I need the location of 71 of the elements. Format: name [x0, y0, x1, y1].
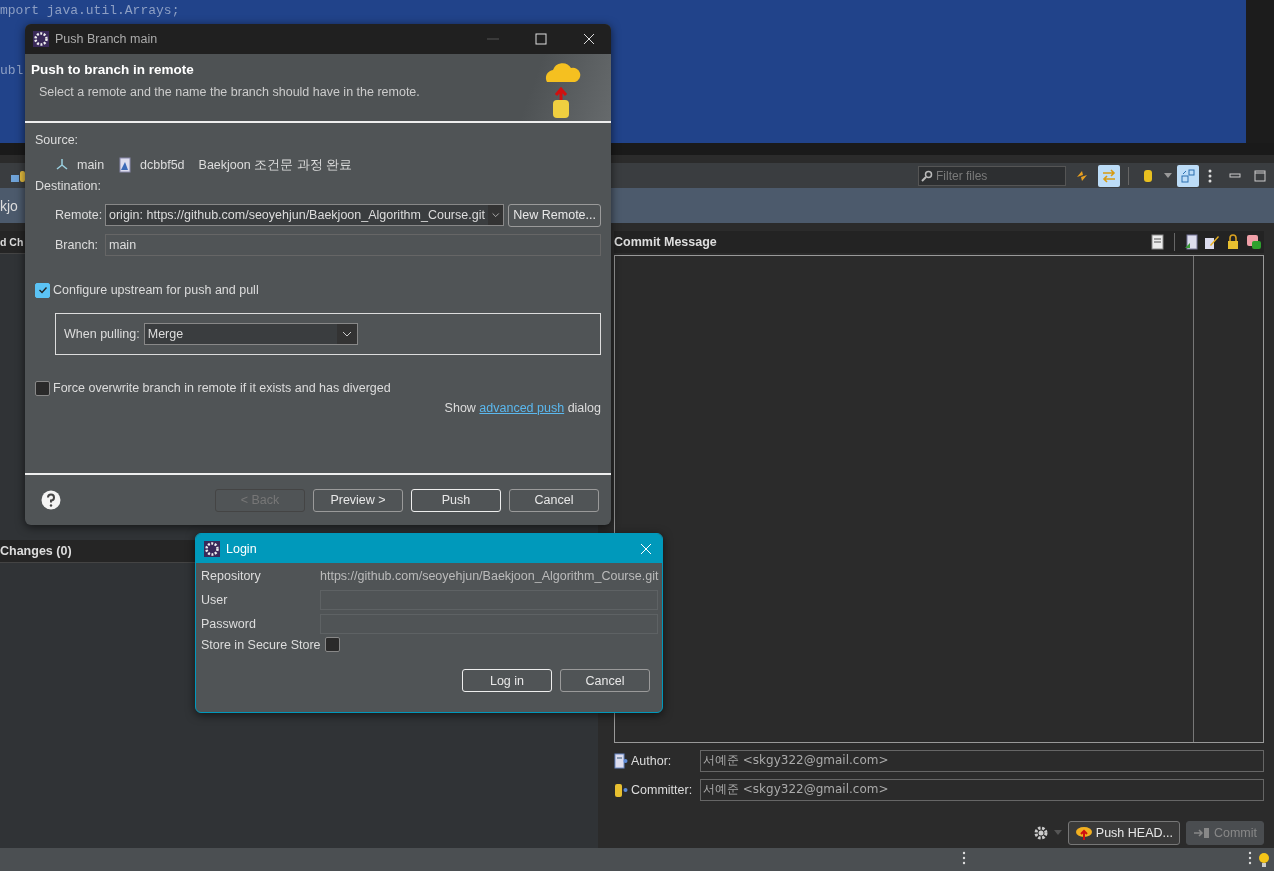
section-label: Source: [35, 133, 80, 149]
branch-icon [55, 158, 69, 172]
cloud-upload-icon [1074, 825, 1093, 841]
check-icon [37, 285, 48, 295]
code-line: ubl [0, 62, 24, 80]
repository-label: Repository [201, 568, 262, 585]
app-icon [33, 31, 49, 47]
author-field[interactable]: 서예준 <skgy322@gmail.com> [700, 750, 1264, 772]
advanced-push-link[interactable]: advanced push [479, 401, 565, 415]
checkbox-label: Configure upstream for push and pull [53, 283, 259, 297]
maximize-icon[interactable] [535, 33, 547, 45]
sign-off-icon[interactable] [1246, 234, 1262, 250]
dialog-heading: Push to branch in remote [31, 62, 195, 77]
dialog-button[interactable]: Preview > [313, 488, 403, 512]
pull-mode-dropdown[interactable]: Merge [143, 323, 358, 345]
new-remote-button[interactable]: New Remote... [508, 203, 601, 227]
committer-label: Committer: [631, 783, 694, 797]
dialog-button[interactable]: Log in [462, 669, 552, 692]
window-title: Push Branch main [55, 32, 158, 46]
layout-icon[interactable] [1177, 164, 1199, 187]
window-title: Login [226, 541, 257, 556]
app-icon [204, 540, 220, 557]
author-icon [614, 753, 628, 769]
code-line: mport java.util.Arrays; [0, 2, 180, 20]
password-label: Password [201, 616, 257, 633]
committer-icon [614, 782, 628, 798]
lock-icon[interactable] [1226, 234, 1240, 250]
pen-icon[interactable] [1204, 234, 1220, 250]
scrollbar[interactable] [1246, 0, 1274, 143]
committer-field[interactable]: 서예준 <skgy322@gmail.com> [700, 779, 1264, 801]
checkbox[interactable] [35, 282, 50, 298]
section-label: Destination: [35, 179, 102, 195]
when-pulling-label: When pulling: [64, 327, 140, 341]
settings-icon[interactable] [1033, 826, 1048, 840]
advanced-push-text: Show advanced push dialog [444, 401, 601, 415]
maximize-icon[interactable] [1254, 169, 1266, 182]
dialog-button[interactable]: Cancel [509, 488, 599, 512]
lightbulb-icon[interactable] [1258, 851, 1270, 868]
dialog-button[interactable]: Cancel [560, 669, 650, 692]
panel-header: Commit Message [614, 235, 718, 249]
user-label: User [201, 592, 229, 609]
caret-icon [336, 324, 357, 344]
panel-header: d Ch [0, 236, 24, 248]
filter-field[interactable]: Filter files [918, 165, 1066, 186]
dialog-description: Select a remote and the name the branch should have in the remote. [38, 85, 421, 99]
search-icon [921, 169, 933, 182]
commit-id: dcbbf5d [140, 158, 185, 172]
caret-icon [487, 205, 504, 225]
checkbox-label: Force overwrite branch in remote if it exists and has diverged [53, 381, 391, 395]
commit-icon [118, 157, 133, 173]
document-icon[interactable] [1184, 234, 1198, 250]
repository-url: https://github.com/seoyehjun/Baekjoon_Algorithm_Course.git [320, 568, 659, 585]
remote-dropdown[interactable]: origin: https://github.com/seoyehjun/Baekjoon_Algorithm_Course.git [105, 204, 505, 226]
commit-message: Baekjoon 조건문 과정 완료 [198, 156, 353, 174]
author-label: Author: [631, 754, 673, 768]
branch-label: Branch: [55, 238, 100, 252]
close-icon[interactable] [583, 33, 595, 45]
view-title: kjo [0, 197, 18, 214]
store-label: Store in Secure Store [201, 637, 321, 652]
branch-name: main [77, 158, 105, 172]
caret-icon[interactable] [1164, 172, 1172, 179]
document-icon[interactable] [1151, 234, 1165, 250]
help-icon[interactable] [41, 490, 61, 510]
checkbox[interactable] [324, 637, 340, 652]
dialog-button[interactable]: Push [411, 488, 501, 512]
commit-arrow-icon [1192, 826, 1211, 840]
remote-label: Remote: [55, 208, 101, 222]
push-head-button[interactable]: Push HEAD... [1067, 821, 1180, 845]
checkbox[interactable] [35, 380, 50, 396]
swap-arrows-icon[interactable] [1098, 164, 1120, 187]
branch-field[interactable]: main [105, 234, 601, 256]
